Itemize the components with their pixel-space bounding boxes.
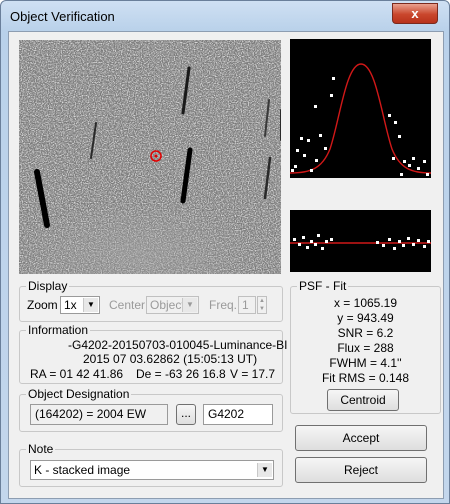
psf-flux: Flux = 288 [337,341,394,355]
zoom-select[interactable]: 1x ▼ [60,296,100,314]
ellipsis-icon: ... [180,406,191,420]
psf-residuals-plot [290,210,431,272]
zoom-value: 1x [64,298,77,312]
dialog-client: Display Zoom 1x ▼ Center Object ▼ Freq. … [8,31,444,499]
center-label: Center [109,298,146,312]
freq-value: 1 [242,298,249,312]
psf-profile-chart [289,63,432,176]
centroid-button[interactable]: Centroid [327,389,399,411]
accept-button[interactable]: Accept [295,425,427,451]
magnitude: V = 17.7 [230,367,276,381]
center-select[interactable]: Object ▼ [146,296,199,314]
psf-fit-group: PSF - Fit x = 1065.19 y = 943.49 SNR = 6… [290,279,441,414]
object-designation-group: Object Designation (164202) = 2004 EW ..… [19,387,283,432]
note-group: Note K - stacked image ▼ [19,442,283,487]
designation-legend: Object Designation [26,387,132,401]
chevron-down-icon: ▼ [257,463,272,477]
reject-button[interactable]: Reject [295,457,427,483]
psf-fit-curve [289,63,432,174]
note-legend: Note [26,442,56,456]
note-select[interactable]: K - stacked image ▼ [30,460,274,480]
chevron-down-icon: ▼ [83,298,98,312]
psf-fit-rms: Fit RMS = 0.148 [321,371,410,385]
psf-residuals-chart [290,234,431,250]
information-group: Information -G4202-20150703-010045-Lumin… [19,323,288,384]
display-legend: Display [26,279,70,293]
window-title: Object Verification [10,9,115,24]
observatory-code-field[interactable]: G4202 [203,404,273,425]
psf-fit-legend: PSF - Fit [297,279,349,293]
freq-spinner[interactable]: ▲ ▼ [257,296,267,314]
close-button[interactable]: x [392,3,438,24]
psf-y: y = 943.49 [337,311,394,325]
browse-designation-button[interactable]: ... [176,404,196,425]
chevron-down-icon: ▼ [182,298,197,312]
residual-points [293,234,430,250]
zoom-label: Zoom [27,298,58,312]
designation-field[interactable]: (164202) = 2004 EW [30,404,168,425]
psf-fwhm: FWHM = 4.1'' [329,356,402,370]
freq-label: Freq. [209,298,238,312]
display-group: Display Zoom 1x ▼ Center Object ▼ Freq. … [19,279,283,322]
information-legend: Information [26,323,91,337]
psf-snr: SNR = 6.2 [337,326,394,340]
title-bar[interactable]: Object Verification x [1,1,449,33]
star-field-image [19,40,281,274]
declination: De = -63 26 16.8 [136,367,226,381]
right-ascension: RA = 01 42 41.86 [30,367,124,381]
center-value: Object [150,298,185,312]
accept-button-label: Accept [342,431,380,445]
image-preview[interactable] [19,40,281,274]
freq-input[interactable]: 1 [238,296,256,314]
psf-profile-plot [289,39,432,178]
observation-date: 2015 07 03.62862 (15:05:13 UT) [83,352,258,366]
note-value: K - stacked image [34,463,131,477]
centroid-button-label: Centroid [340,393,386,407]
reject-button-label: Reject [343,463,378,477]
close-icon: x [411,6,419,21]
psf-x: x = 1065.19 [333,296,398,310]
psf-data-points [291,77,429,176]
image-filename: -G4202-20150703-010045-Luminance-BI [68,338,288,352]
object-verification-window: Object Verification x Display Zoom 1x ▼ … [0,0,450,504]
